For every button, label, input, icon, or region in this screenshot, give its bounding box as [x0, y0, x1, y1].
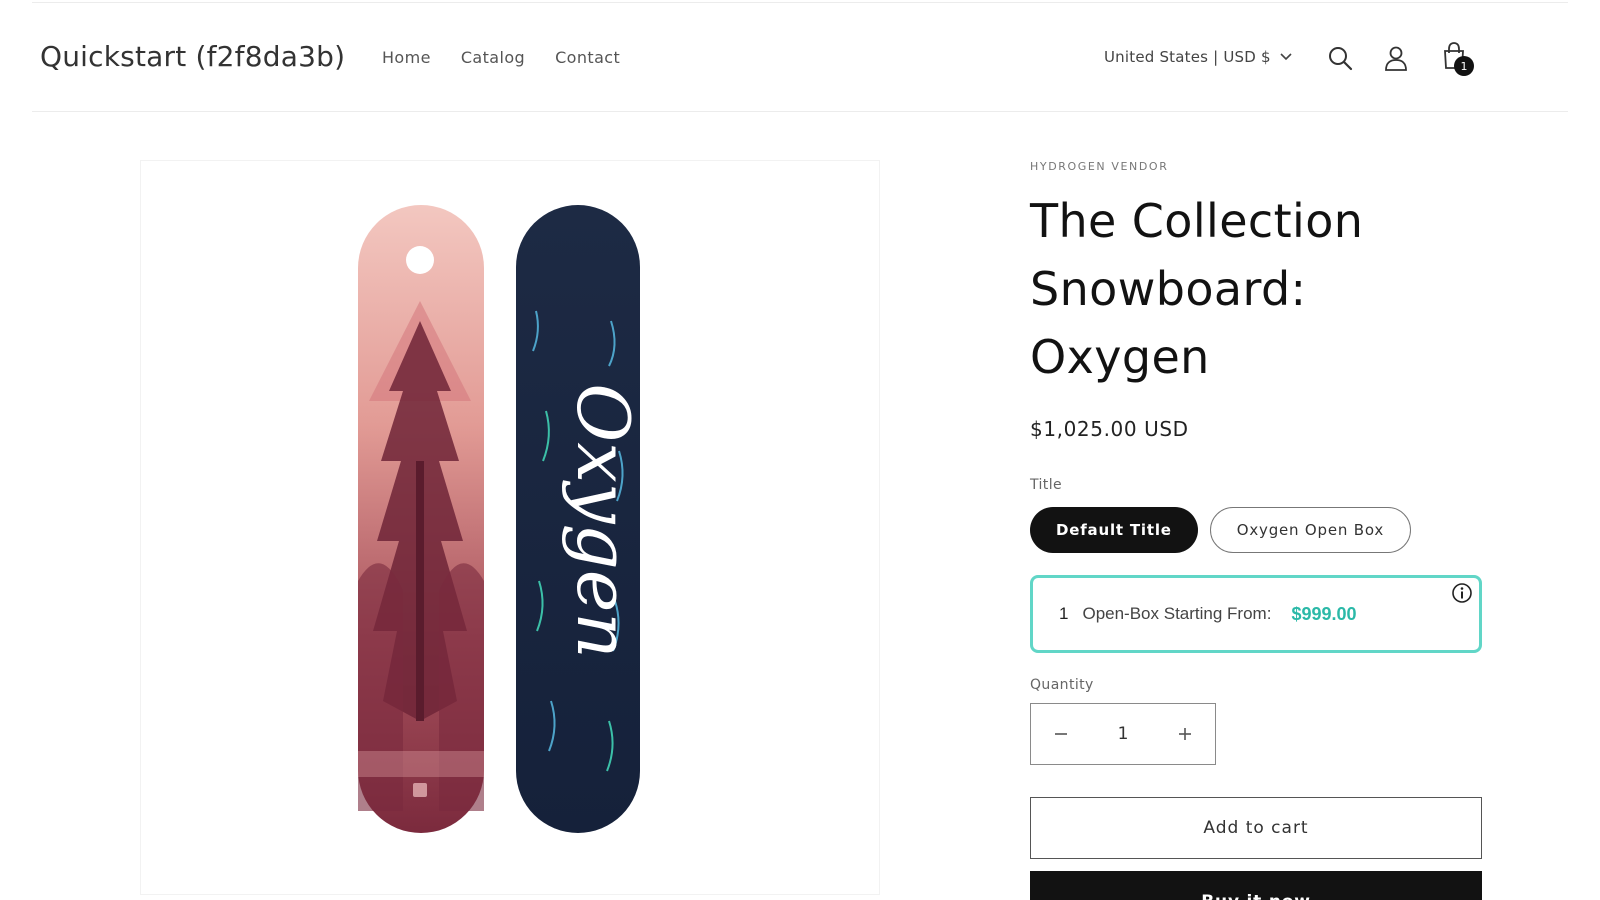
- open-box-offer[interactable]: 1 Open-Box Starting From: $999.00: [1030, 575, 1482, 653]
- site-header: Quickstart (f2f8da3b) Home Catalog Conta…: [32, 0, 1568, 112]
- plus-icon: [1179, 728, 1191, 740]
- product-title: The Collection Snowboard: Oxygen: [1030, 194, 1364, 384]
- account-icon: [1385, 46, 1407, 71]
- search-button[interactable]: [1322, 40, 1358, 76]
- chevron-down-icon: [1280, 53, 1292, 61]
- quantity-stepper: [1030, 703, 1216, 765]
- product-vendor: HYDROGEN VENDOR: [1030, 160, 1169, 173]
- product-media[interactable]: Oxygen: [140, 160, 880, 895]
- buy-now-button[interactable]: Buy it now: [1030, 871, 1482, 900]
- quantity-label: Quantity: [1030, 677, 1094, 693]
- search-icon: [1329, 47, 1353, 71]
- board-logo-text: Oxygen: [561, 383, 645, 658]
- quantity-input[interactable]: [1093, 724, 1153, 744]
- product-price: $1,025.00 USD: [1030, 417, 1189, 441]
- option-label: Title: [1030, 477, 1063, 493]
- product-info: HYDROGEN VENDOR The Collection Snowboard…: [1030, 160, 1490, 900]
- product-image: Oxygen: [358, 205, 645, 833]
- minus-icon: [1055, 733, 1067, 735]
- variant-options: Default Title Oxygen Open Box: [1030, 507, 1490, 553]
- open-box-count: 1: [1059, 604, 1069, 623]
- snowboard-right: Oxygen: [516, 205, 645, 833]
- cart-button[interactable]: 1: [1436, 38, 1474, 76]
- main-nav: Home Catalog Contact: [382, 48, 620, 67]
- country-currency-label: United States | USD $: [1104, 48, 1271, 66]
- variant-option-default-title[interactable]: Default Title: [1030, 507, 1198, 553]
- open-box-price: $999.00: [1291, 603, 1357, 624]
- quantity-decrease-button[interactable]: [1031, 704, 1091, 764]
- variant-option-open-box[interactable]: Oxygen Open Box: [1209, 507, 1412, 553]
- add-to-cart-button[interactable]: Add to cart: [1030, 797, 1482, 859]
- nav-link-contact[interactable]: Contact: [555, 48, 620, 67]
- nav-link-catalog[interactable]: Catalog: [461, 48, 525, 67]
- open-box-text: Open-Box Starting From:: [1082, 604, 1272, 623]
- snowboard-left: [358, 205, 484, 833]
- country-currency-selector[interactable]: United States | USD $: [1104, 48, 1293, 66]
- cart-count-badge: 1: [1454, 56, 1474, 76]
- store-logo[interactable]: Quickstart (f2f8da3b): [40, 40, 345, 73]
- account-button[interactable]: [1378, 40, 1414, 76]
- nav-link-home[interactable]: Home: [382, 48, 431, 67]
- quantity-increase-button[interactable]: [1155, 704, 1215, 764]
- info-icon[interactable]: [1451, 582, 1473, 604]
